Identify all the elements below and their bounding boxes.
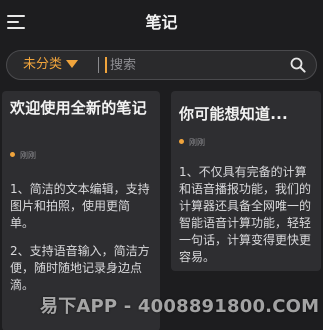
note-paragraph: 1、简洁的文本编辑，支持图片和拍照，使用更简单。: [10, 182, 150, 230]
note-date: 刚刚: [20, 151, 36, 160]
top-bar: 笔记: [0, 0, 323, 44]
orange-dot-icon: [179, 139, 184, 144]
note-date: 刚刚: [189, 138, 205, 147]
note-paragraph: 1、不仅具有完备的计算和语音播报功能，我们的计算器还具备全网唯一的智能语音计算功…: [179, 165, 312, 264]
search-icon[interactable]: [290, 57, 306, 73]
page-title: 笔记: [145, 13, 178, 32]
note-title: 欢迎使用全新的笔记: [10, 99, 147, 117]
note-paragraph: 2、支持语音输入，简洁方便，随时随地记录身边点滴。: [10, 244, 150, 292]
note-card[interactable]: 你可能想知道... 刚刚 1、不仅具有完备的计算和语音播报功能，我们的计算器还具…: [171, 91, 321, 271]
notes-screen: 笔记 未分类 欢迎使用全新的笔记 刚刚 1、简洁的文本编辑，支持图片和拍照，使用…: [0, 0, 323, 330]
note-body: 1、简洁的文本编辑，支持图片和拍照，使用更简单。 2、支持语音输入，简洁方便，随…: [10, 181, 153, 294]
search-divider: [98, 57, 99, 73]
note-meta: 刚刚: [10, 149, 36, 163]
note-meta: 刚刚: [179, 136, 205, 150]
note-body: 1、不仅具有完备的计算和语音播报功能，我们的计算器还具备全网唯一的智能语音计算功…: [179, 164, 314, 266]
search-input[interactable]: [110, 54, 280, 76]
note-title: 你可能想知道...: [179, 105, 288, 123]
orange-dot-icon: [10, 152, 15, 157]
note-card[interactable]: 欢迎使用全新的笔记 刚刚 1、简洁的文本编辑，支持图片和拍照，使用更简单。 2、…: [2, 91, 160, 330]
chevron-down-icon: [66, 59, 79, 68]
category-dropdown[interactable]: 未分类: [23, 51, 79, 79]
search-bar: 未分类: [6, 50, 317, 80]
text-cursor: [105, 57, 107, 73]
category-label: 未分类: [23, 57, 63, 72]
